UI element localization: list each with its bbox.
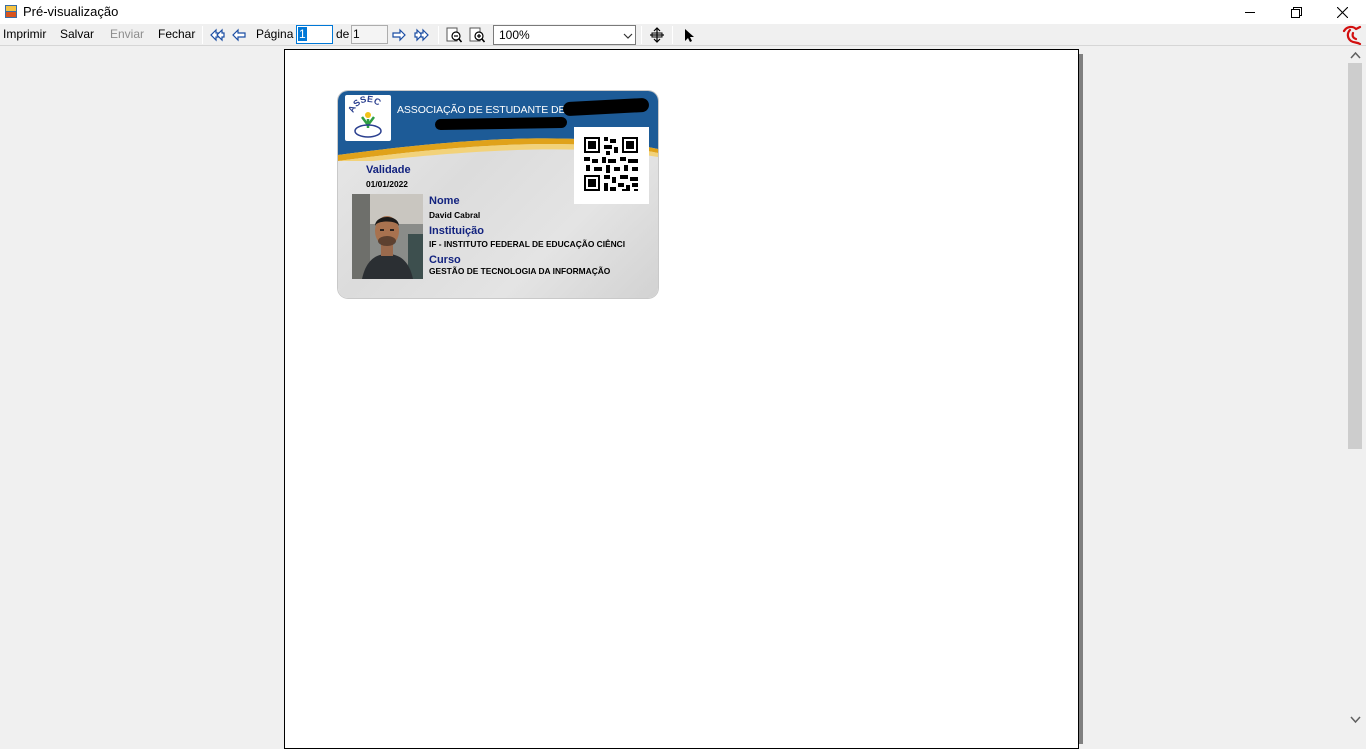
toolbar: Imprimir Salvar Enviar Fechar Página 1 d… <box>0 24 1366 46</box>
svg-text:ASSEC: ASSEC <box>346 95 383 114</box>
save-button[interactable]: Salvar <box>60 27 94 41</box>
title-bar: Pré-visualização <box>0 0 1366 24</box>
name-value: David Cabral <box>429 210 481 220</box>
page-number-input[interactable]: 1 <box>296 25 333 44</box>
name-label: Nome <box>429 195 460 207</box>
previous-page-icon[interactable] <box>231 27 247 43</box>
page-shadow <box>1079 54 1083 744</box>
institution-value: IF - INSTITUTO FEDERAL DE EDUCAÇÃO CIÊNC… <box>429 239 626 249</box>
toolbar-separator <box>641 26 642 44</box>
minimize-button[interactable] <box>1227 0 1273 24</box>
chevron-down-icon <box>623 33 633 39</box>
close-icon <box>1336 6 1348 18</box>
zoom-in-icon[interactable] <box>469 27 485 43</box>
close-window-button[interactable] <box>1319 0 1365 24</box>
send-button[interactable]: Enviar <box>110 27 144 41</box>
toolbar-separator <box>438 26 439 44</box>
restore-icon <box>1290 6 1302 18</box>
scrollbar-thumb[interactable] <box>1348 63 1362 449</box>
fit-page-icon[interactable] <box>649 27 665 43</box>
first-page-icon[interactable] <box>209 27 225 43</box>
of-label: de <box>336 27 350 41</box>
institution-label: Instituição <box>429 225 485 237</box>
app-icon <box>5 5 17 18</box>
toolbar-separator <box>202 26 203 44</box>
pointer-icon[interactable] <box>680 27 696 43</box>
brand-logo-icon <box>1342 25 1362 45</box>
course-value: GESTÃO DE TECNOLOGIA DA INFORMAÇÃO <box>429 266 611 276</box>
scroll-down-icon[interactable] <box>1350 716 1361 724</box>
page-total-field: 1 <box>351 25 388 44</box>
print-button[interactable]: Imprimir <box>3 27 46 41</box>
window-title: Pré-visualização <box>23 4 119 19</box>
vertical-scrollbar[interactable] <box>1345 47 1366 728</box>
close-preview-button[interactable]: Fechar <box>158 27 195 41</box>
restore-button[interactable] <box>1273 0 1319 24</box>
validity-label: Validade <box>366 164 411 176</box>
toolbar-separator <box>672 26 673 44</box>
minimize-icon <box>1245 12 1255 13</box>
student-id-card: ASSEC ASSOCIAÇÃO DE ESTUDANTE DE Validad… <box>338 91 658 298</box>
next-page-icon[interactable] <box>391 27 407 43</box>
student-photo <box>352 194 423 279</box>
zoom-select[interactable]: 100% <box>493 25 636 45</box>
page-label: Página <box>256 27 294 41</box>
redaction-mark <box>434 116 568 131</box>
validity-value: 01/01/2022 <box>366 179 408 189</box>
last-page-icon[interactable] <box>414 27 430 43</box>
course-label: Curso <box>429 254 461 266</box>
assec-logo: ASSEC <box>345 94 391 141</box>
zoom-out-icon[interactable] <box>446 27 462 43</box>
qr-code <box>574 127 649 204</box>
scroll-up-icon[interactable] <box>1350 51 1361 59</box>
